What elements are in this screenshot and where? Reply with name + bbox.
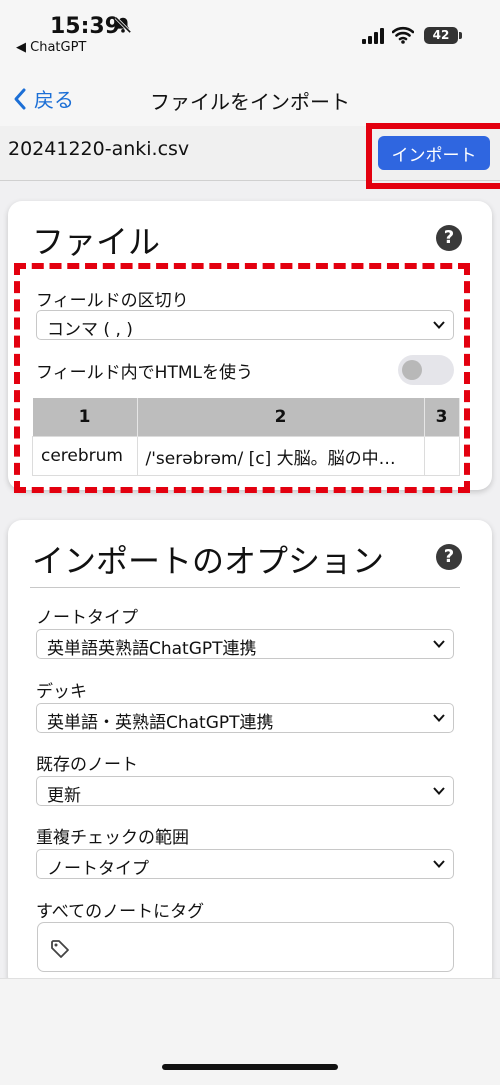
file-settings-highlight-box [14,263,470,493]
existing-notes-value: 更新 [47,786,81,806]
chevron-down-icon [433,640,445,648]
options-divider [30,587,460,588]
home-indicator[interactable] [162,1064,338,1070]
file-name: 20241220-anki.csv [8,138,190,160]
existing-notes-label: 既存のノート [36,755,138,775]
status-time: 15:39 [50,14,121,39]
file-card-title: ファイル [32,223,161,261]
chevron-down-icon [433,714,445,722]
duplicate-scope-label: 重複チェックの範囲 [36,828,189,848]
tag-icon [51,940,69,958]
chevron-down-icon [433,860,445,868]
duplicate-scope-value: ノートタイプ [47,859,149,879]
deck-label: デッキ [36,682,87,702]
battery-tip [459,32,462,39]
back-to-app-link[interactable]: ◀ ChatGPT [16,40,86,55]
status-bar: 15:39 ◀ ChatGPT 42 [0,0,500,70]
page-title: ファイルをインポート [150,90,350,114]
notetype-select[interactable]: 英単語英熟語ChatGPT連携 [36,629,454,659]
wifi-icon [392,26,414,44]
tags-input[interactable] [37,922,454,972]
existing-notes-select[interactable]: 更新 [36,776,454,806]
navigation-bar: 戻る ファイルをインポート [0,70,500,127]
deck-value: 英単語・英熟語ChatGPT連携 [47,713,274,733]
signal-icon [362,28,384,44]
notetype-value: 英単語英熟語ChatGPT連携 [47,639,257,659]
tags-label: すべてのノートにタグ [36,902,205,922]
bell-slash-icon [114,16,132,34]
options-card-title: インポートのオプション [32,542,385,580]
duplicate-scope-select[interactable]: ノートタイプ [36,849,454,879]
chevron-down-icon [433,787,445,795]
import-highlight-box [366,123,500,189]
notetype-label: ノートタイプ [36,608,138,628]
battery-indicator: 42 [424,27,458,44]
options-help-icon[interactable]: ? [436,544,462,570]
file-help-icon[interactable]: ? [436,225,462,251]
deck-select[interactable]: 英単語・英熟語ChatGPT連携 [36,703,454,733]
